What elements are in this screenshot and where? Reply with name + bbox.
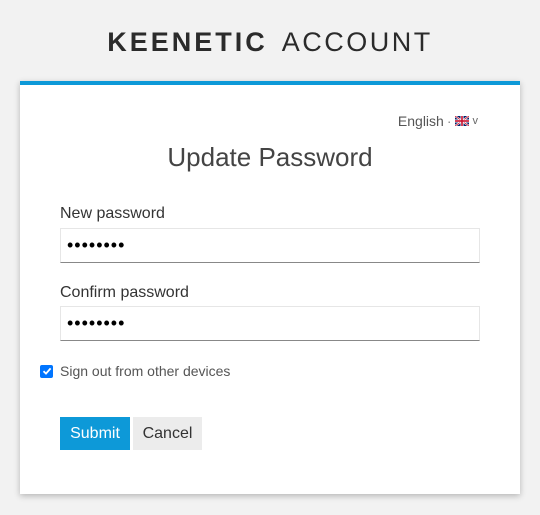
sign-out-label[interactable]: Sign out from other devices [60, 363, 230, 379]
brand-logo: KEENETIC ACCOUNT [0, 28, 540, 56]
brand-suffix: ACCOUNT [281, 27, 433, 57]
confirm-password-input[interactable]: •••••••• [60, 306, 480, 341]
new-password-label: New password [60, 205, 165, 222]
brand-name: KEENETIC [107, 27, 268, 57]
new-password-input[interactable]: •••••••• [60, 228, 480, 263]
language-label: English [397, 113, 444, 129]
chevron-down-icon: v [472, 115, 479, 127]
checkmark-icon [42, 367, 51, 375]
cancel-button[interactable]: Cancel [133, 417, 202, 450]
update-password-card: English · v Update Password New password… [20, 81, 520, 494]
language-separator: · [446, 113, 452, 129]
confirm-password-label: Confirm password [60, 284, 189, 301]
submit-button[interactable]: Submit [60, 417, 130, 450]
language-selector[interactable]: English · v [398, 113, 478, 129]
uk-flag-icon [454, 116, 469, 126]
sign-out-option: Sign out from other devices [40, 363, 230, 379]
sign-out-checkbox[interactable] [40, 364, 53, 378]
page-title: Update Password [167, 142, 373, 172]
